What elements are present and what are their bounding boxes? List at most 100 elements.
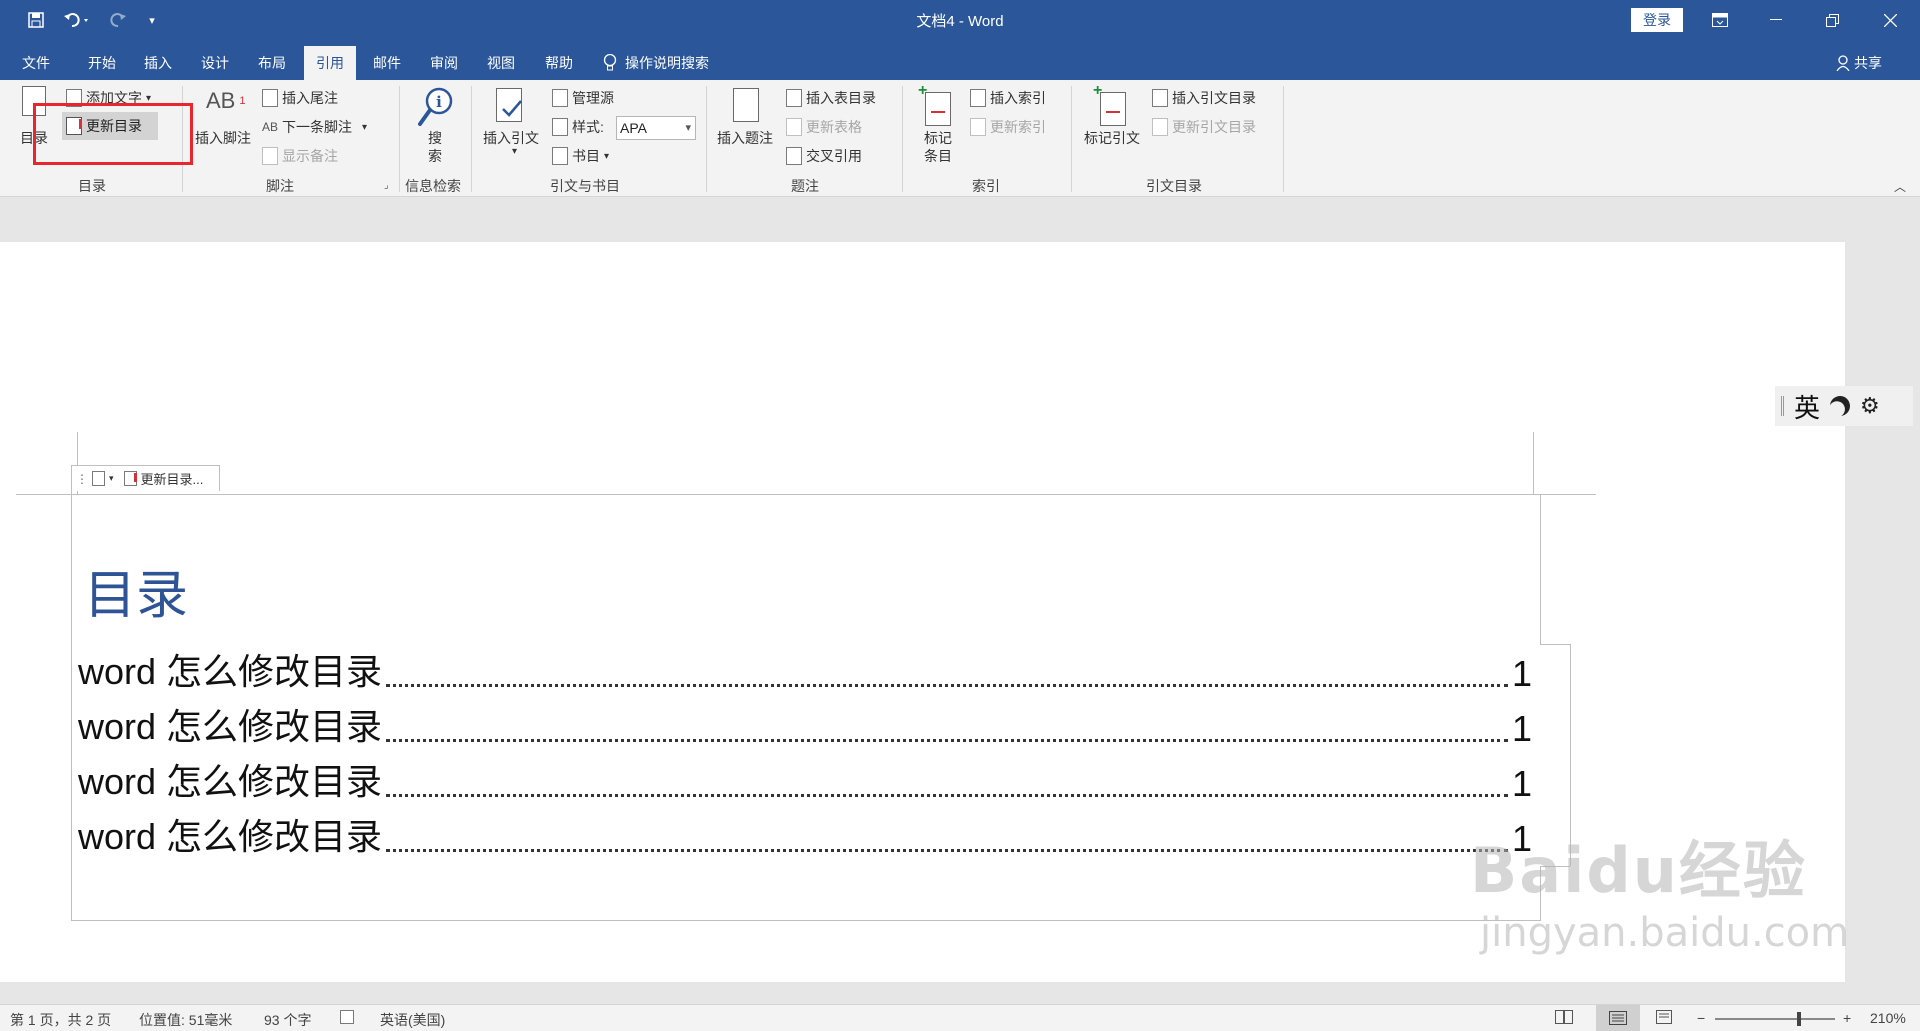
tab-help[interactable]: 帮助 <box>533 46 585 80</box>
ime-drag-handle-icon[interactable] <box>1781 396 1784 416</box>
update-index-label: 更新索引 <box>990 119 1046 135</box>
mark-citation-button[interactable]: 标记引文 <box>1084 128 1140 148</box>
insert-citation-icon <box>496 88 522 122</box>
tab-home[interactable]: 开始 <box>76 46 128 80</box>
search-button-line1[interactable]: 搜 <box>428 128 442 148</box>
update-table-of-authorities-button[interactable]: 更新引文目录 <box>1152 117 1256 137</box>
word-count[interactable]: 93 个字 <box>264 1010 311 1030</box>
update-toc-icon <box>123 471 137 486</box>
toc-frame-right <box>1540 494 1541 644</box>
save-icon[interactable] <box>24 8 48 32</box>
group-label-research: 信息检索 <box>405 178 461 194</box>
update-index-button[interactable]: 更新索引 <box>970 117 1046 137</box>
tab-references[interactable]: 引用 <box>304 46 356 80</box>
close-icon[interactable] <box>1862 0 1918 40</box>
proofing-icon[interactable] <box>340 1010 354 1027</box>
tab-review[interactable]: 审阅 <box>418 46 470 80</box>
zoom-percent[interactable]: 210% <box>1870 1010 1906 1026</box>
mark-entry-button-line1[interactable]: 标记 <box>924 128 952 148</box>
tab-file[interactable]: 文件 <box>10 46 62 80</box>
toc-content-control-tab[interactable]: ⋮ ▾ 更新目录... <box>71 465 220 491</box>
minimize-icon[interactable] <box>1748 0 1804 40</box>
dot-leader <box>386 684 1508 687</box>
style-label: 样式: <box>552 117 604 137</box>
login-button[interactable]: 登录 <box>1631 8 1683 32</box>
update-authorities-icon <box>1152 118 1168 136</box>
tell-me-label: 操作说明搜索 <box>625 55 709 71</box>
watermark-logo: Baidu经验 <box>1470 834 1807 907</box>
toc-entry[interactable]: word 怎么修改目录 1 <box>78 761 1532 805</box>
drag-handle-icon[interactable]: ⋮ <box>76 472 88 486</box>
mark-entry-button-line2[interactable]: 条目 <box>924 146 952 166</box>
collapse-ribbon-icon[interactable]: ︿ <box>1894 178 1906 195</box>
show-notes-icon <box>262 147 278 165</box>
update-table-button[interactable]: 更新表格 <box>786 117 862 137</box>
undo-icon[interactable] <box>60 8 96 32</box>
ribbon-tab-row: 文件 开始 插入 设计 布局 引用 邮件 审阅 视图 帮助 操作说明搜索 共享 <box>0 40 1920 80</box>
insert-citation-button[interactable]: 插入引文 <box>483 128 539 148</box>
mark-entry-icon: + <box>918 83 951 126</box>
show-notes-button[interactable]: 显示备注 <box>262 146 338 166</box>
mark-citation-icon: + <box>1093 83 1126 126</box>
toc-menu-icon[interactable] <box>92 471 105 486</box>
insert-caption-button[interactable]: 插入题注 <box>717 128 773 148</box>
bibliography-button[interactable]: 书目 ▾ <box>552 146 609 166</box>
chevron-down-icon[interactable]: ▾ <box>109 473 114 484</box>
web-layout-icon[interactable] <box>1656 1010 1674 1027</box>
watermark-url: jingyan.baidu.com <box>1480 910 1850 956</box>
search-button-line2[interactable]: 索 <box>428 146 442 166</box>
cross-reference-button[interactable]: 交叉引用 <box>786 146 862 166</box>
manage-sources-button[interactable]: 管理源 <box>552 88 614 108</box>
toc-entry[interactable]: word 怎么修改目录 1 <box>78 816 1532 860</box>
ime-language-toggle[interactable]: 英 <box>1794 388 1820 425</box>
insert-index-button[interactable]: 插入索引 <box>970 88 1046 108</box>
dialog-launcher-icon[interactable]: ⌟ <box>384 180 389 191</box>
read-mode-icon[interactable] <box>1555 1010 1573 1027</box>
position-value: 位置值: 51毫米 <box>139 1012 233 1028</box>
tab-insert[interactable]: 插入 <box>132 46 184 80</box>
group-divider <box>399 86 400 192</box>
page-count[interactable]: 第 1 页，共 2 页 <box>10 1010 111 1030</box>
ribbon-display-options-icon[interactable] <box>1692 0 1748 40</box>
insert-table-of-figures-button[interactable]: 插入表目录 <box>786 88 876 108</box>
update-index-icon <box>970 118 986 136</box>
update-table-label: 更新表格 <box>806 119 862 135</box>
citation-style-select[interactable]: APA <box>616 116 696 140</box>
insert-footnote-button[interactable]: 插入脚注 <box>195 128 251 148</box>
zoom-in-icon[interactable]: + <box>1843 1010 1851 1026</box>
toc-entry[interactable]: word 怎么修改目录 1 <box>78 706 1532 750</box>
share-button[interactable]: 共享 <box>1836 46 1882 80</box>
toc-frame-bottom <box>71 920 1541 921</box>
table-of-figures-icon <box>786 89 802 107</box>
print-layout-icon[interactable] <box>1596 1005 1640 1031</box>
insert-caption-icon <box>733 88 759 122</box>
tab-design[interactable]: 设计 <box>189 46 241 80</box>
zoom-out-icon[interactable]: − <box>1697 1010 1705 1026</box>
dot-leader <box>386 739 1508 742</box>
lightbulb-icon <box>603 54 617 71</box>
zoom-slider[interactable] <box>1715 1012 1835 1026</box>
ime-toolbar[interactable]: 英 ⚙ <box>1775 386 1913 426</box>
next-footnote-button[interactable]: AB 下一条脚注 ▾ <box>262 117 367 137</box>
toc-entry-page: 1 <box>1511 763 1532 804</box>
language-status[interactable]: 英语(美国) <box>380 1010 445 1030</box>
toc-entry[interactable]: word 怎么修改目录 1 <box>78 651 1532 695</box>
update-table-of-authorities-label: 更新引文目录 <box>1172 119 1256 135</box>
tab-view[interactable]: 视图 <box>475 46 527 80</box>
moon-icon[interactable] <box>1827 393 1853 419</box>
toc-control-update-label[interactable]: 更新目录... <box>141 469 204 488</box>
tab-mailings[interactable]: 邮件 <box>361 46 413 80</box>
tell-me-search[interactable]: 操作说明搜索 <box>603 46 709 80</box>
toc-entry-text: word 怎么修改目录 <box>78 761 383 802</box>
tab-layout[interactable]: 布局 <box>246 46 298 80</box>
insert-table-of-authorities-button[interactable]: 插入引文目录 <box>1152 88 1256 108</box>
zoom-slider-thumb[interactable] <box>1797 1012 1801 1026</box>
insert-index-icon <box>970 89 986 107</box>
redo-icon[interactable] <box>106 8 130 32</box>
insert-endnote-button[interactable]: 插入尾注 <box>262 88 338 108</box>
restore-icon[interactable] <box>1804 0 1860 40</box>
gear-icon[interactable]: ⚙ <box>1860 393 1880 419</box>
customize-icon[interactable]: ▾ <box>144 8 160 32</box>
chevron-down-icon[interactable]: ▾ <box>512 146 517 157</box>
bibliography-label: 书目 <box>572 148 600 164</box>
